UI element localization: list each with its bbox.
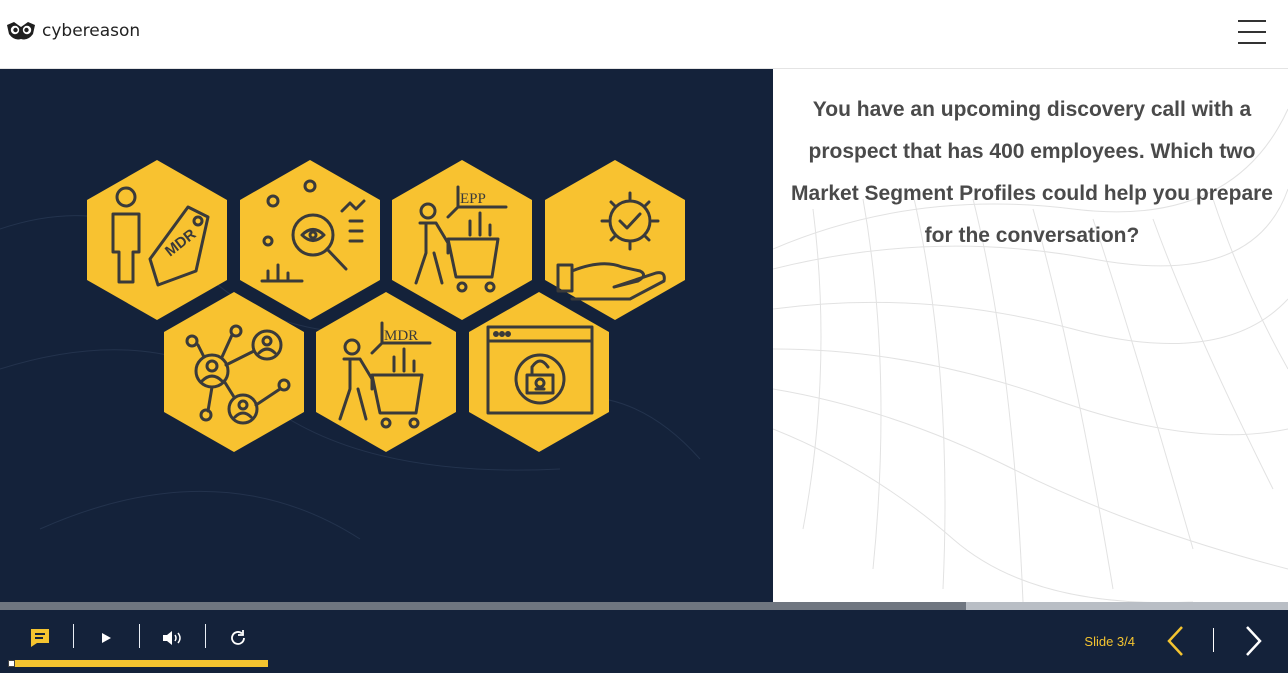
top-bar: cybereason (0, 0, 1288, 69)
svg-text:MDR: MDR (384, 328, 418, 344)
slide-counter: Slide 3/4 (1084, 634, 1135, 649)
hex-browser-lock[interactable] (469, 292, 609, 452)
hex-epp-cart[interactable]: EPP (392, 160, 532, 320)
slide-stage: MDR EPP MDR You have an upcoming discove… (0, 69, 1288, 602)
audio-timeline[interactable] (8, 660, 268, 667)
previous-slide-icon[interactable] (1164, 624, 1188, 658)
question-panel: You have an upcoming discovery call with… (773, 69, 1288, 602)
svg-text:EPP: EPP (460, 191, 486, 207)
hexagon-icon-grid: MDR EPP MDR (0, 160, 701, 540)
hex-mdr-tag[interactable]: MDR (87, 160, 227, 320)
control-separator (73, 624, 74, 648)
next-slide-icon[interactable] (1241, 624, 1265, 658)
hamburger-menu-icon[interactable] (1238, 20, 1266, 46)
timeline-scrubber-handle[interactable] (8, 660, 15, 667)
question-text: You have an upcoming discovery call with… (791, 98, 1273, 247)
hex-analytics[interactable] (240, 160, 380, 320)
replay-icon[interactable] (226, 626, 250, 650)
brand-name: cybereason (42, 21, 141, 41)
play-icon[interactable] (96, 626, 116, 650)
volume-icon[interactable] (160, 626, 184, 650)
notes-icon[interactable] (28, 626, 52, 650)
player-controls: Slide 3/4 (0, 610, 1288, 673)
hex-network[interactable] (164, 292, 304, 452)
owl-logo-icon (7, 22, 35, 40)
nav-separator (1213, 628, 1214, 652)
hex-mdr-cart[interactable]: MDR (316, 292, 456, 452)
image-panel: MDR EPP MDR (0, 69, 773, 602)
slide-progress-fill (0, 602, 966, 610)
slide-progress-bar[interactable] (0, 602, 1288, 610)
hex-hand-gear[interactable] (545, 160, 685, 320)
control-separator (205, 624, 206, 648)
brand-logo: cybereason (6, 20, 140, 42)
control-separator (139, 624, 140, 648)
